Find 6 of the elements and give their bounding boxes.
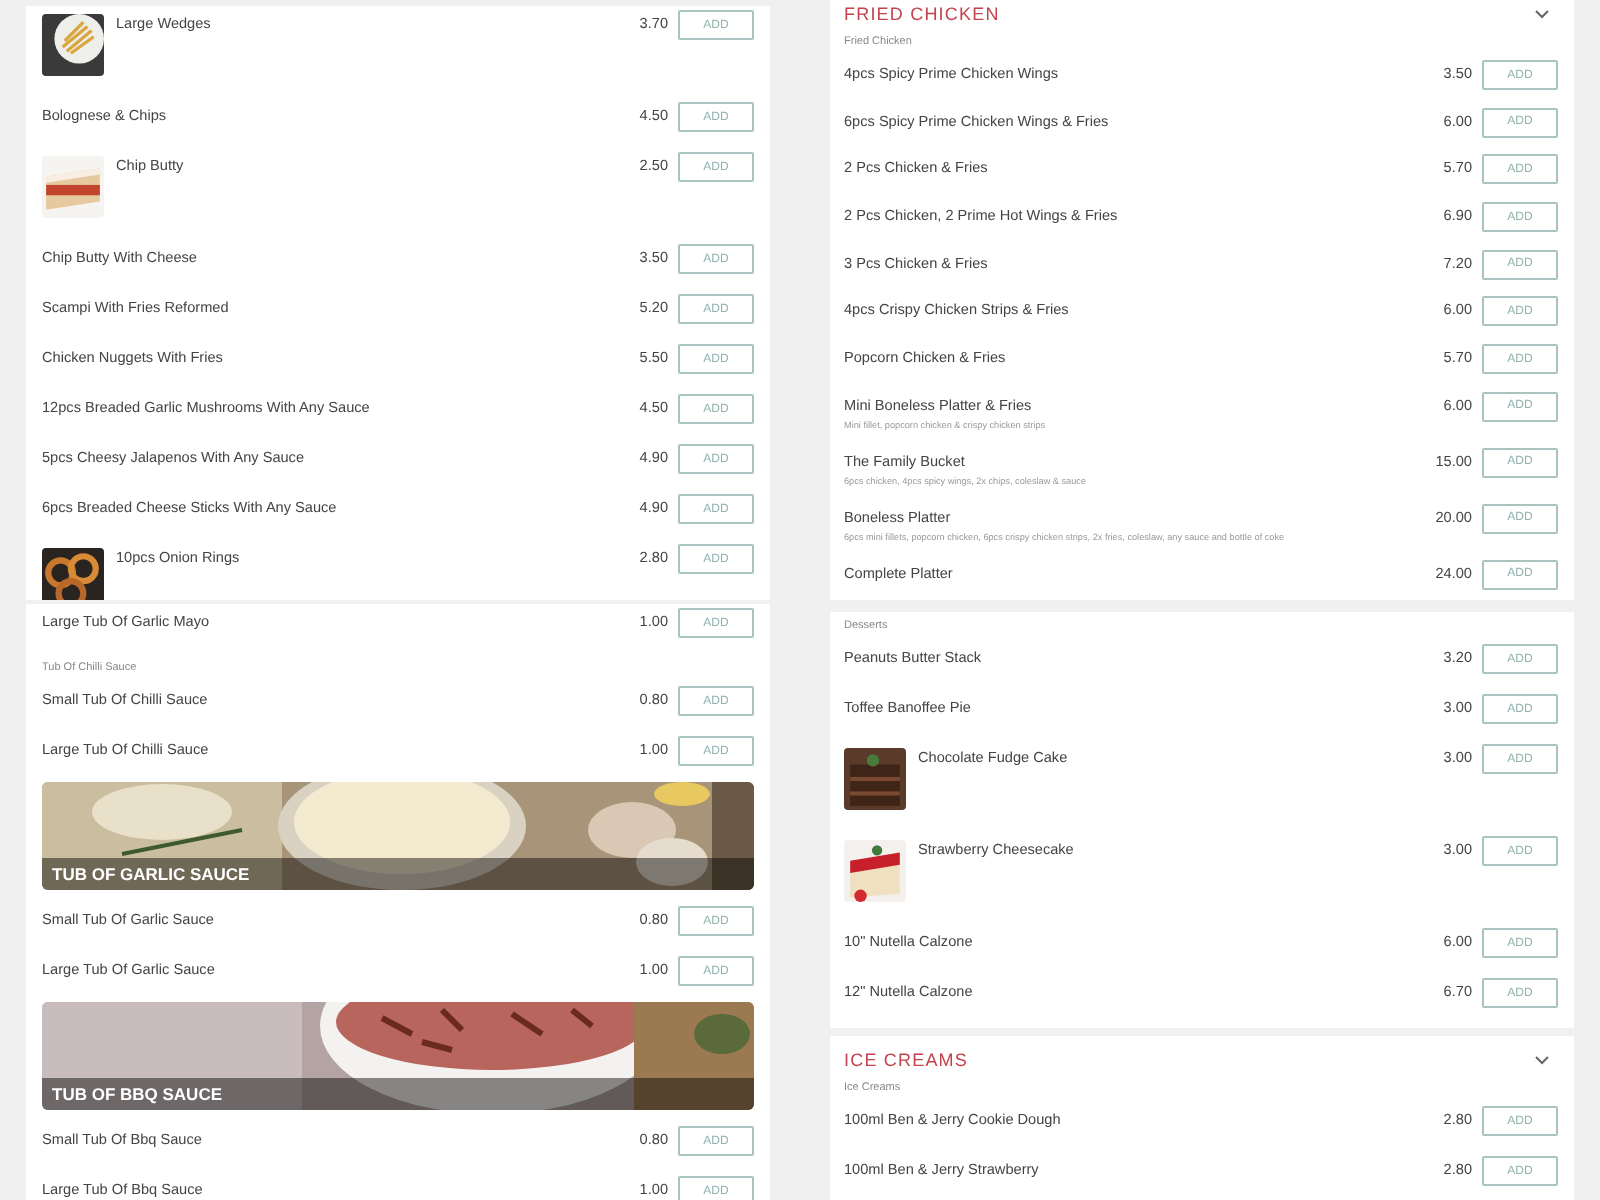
section-title: ICE CREAMS	[844, 1048, 969, 1074]
chevron-down-icon[interactable]	[1534, 8, 1550, 20]
banner-title: TUB OF BBQ SAUCE	[52, 1084, 222, 1104]
banner-title: TUB OF GARLIC SAUCE	[52, 864, 250, 884]
chevron-down-icon[interactable]	[1534, 1054, 1550, 1066]
section-title: FRIED CHICKEN	[844, 2, 1000, 28]
